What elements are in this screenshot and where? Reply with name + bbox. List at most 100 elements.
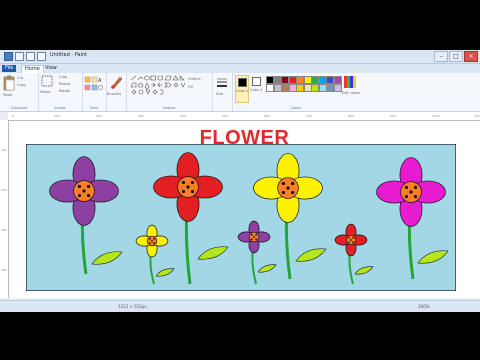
seed-dot (181, 189, 186, 194)
seed-dot (153, 238, 155, 240)
canvas-area[interactable]: FLOWER (9, 121, 480, 298)
title-bar: Untitled - Paint – □ × (0, 50, 480, 64)
seed-dot (186, 185, 190, 189)
color-2-label: Color 2 (250, 88, 263, 92)
paint-app-icon[interactable] (4, 52, 13, 61)
drawing-canvas[interactable]: FLOWER (9, 121, 480, 298)
rotate-button[interactable]: Rotate (59, 89, 70, 93)
size-button[interactable]: Size (216, 92, 223, 96)
seed-dot (253, 236, 255, 238)
paste-button[interactable]: Paste (3, 93, 12, 97)
seed-dot (255, 238, 257, 240)
horizontal-ruler: 0 100 200 300 400 500 600 700 800 900 1000 1100 (8, 112, 480, 121)
palette-swatch[interactable] (333, 84, 342, 92)
paste-icon[interactable] (3, 75, 15, 91)
select-icon[interactable] (41, 75, 53, 87)
redo-icon[interactable] (37, 52, 46, 61)
seed-dot (350, 239, 352, 241)
brushes-group: Brushes (106, 73, 127, 111)
ruler-tick-label: 700 (306, 114, 312, 118)
close-button[interactable]: × (464, 51, 478, 62)
ruler-tick-label: 800 (348, 114, 354, 118)
cut-button[interactable]: Cut (17, 76, 23, 80)
ribbon: Paste Cut Copy Clipboard Select Crop Res… (0, 73, 480, 112)
image-group-label: Image (54, 106, 66, 110)
outline-dropdown[interactable]: Outline (188, 77, 201, 81)
window-controls: – □ × (434, 51, 478, 62)
colors-group: Color 1 Color 2 Edit colors Colors (232, 73, 360, 111)
seed-dot (82, 189, 86, 193)
shapes-group-label: Shapes (162, 106, 176, 110)
seed-dot (86, 184, 91, 189)
seed-dot (149, 238, 151, 240)
tab-file[interactable]: File (2, 65, 17, 72)
seed-dot (352, 241, 354, 243)
ruler-tick-label: 200 (96, 114, 102, 118)
ruler-tick-label: 300 (138, 114, 144, 118)
shapes-group: Outline Fill Shapes (126, 73, 213, 111)
seed-dot (151, 240, 153, 242)
ruler-tick-label: 0 (12, 114, 14, 118)
paint-window: Untitled - Paint – □ × File Home View Pa… (0, 50, 480, 312)
tools-group: A Tools (82, 73, 107, 111)
color-2-selector[interactable]: Color 2 (250, 75, 262, 101)
color-1-selector[interactable]: Color 1 (235, 75, 249, 103)
brushes-button[interactable]: Brushes (107, 92, 121, 96)
copy-button[interactable]: Copy (17, 83, 26, 87)
seed-dot (290, 181, 295, 186)
seed-dot (153, 242, 155, 244)
seed-dot (181, 180, 186, 185)
seed-dot (286, 186, 290, 190)
ruler-tick-label: 400 (180, 114, 186, 118)
resize-button[interactable]: Resize (59, 82, 70, 86)
tools-group-label: Tools (89, 106, 99, 110)
edit-colors-button[interactable]: Edit colors (342, 91, 360, 95)
seed-dot (77, 184, 82, 189)
tab-home[interactable]: Home (21, 65, 44, 73)
maximize-button[interactable]: □ (449, 51, 463, 62)
quick-access-toolbar (4, 52, 46, 61)
status-bar: 1213 × 552px 100% (0, 300, 480, 312)
seed-dot (413, 185, 418, 190)
canvas-size-readout: 1213 × 552px (118, 304, 147, 309)
palette-swatch[interactable] (333, 76, 342, 84)
seed-dot (404, 185, 409, 190)
crop-button[interactable]: Crop (59, 75, 67, 79)
ruler-tick-label: 200 (1, 188, 7, 192)
tab-view[interactable]: View (42, 65, 60, 72)
ruler-tick-label: 300 (1, 228, 7, 232)
fill-dropdown[interactable]: Fill (188, 85, 193, 89)
seed-dot (290, 190, 295, 195)
ruler-tick-label: 1100 (474, 114, 480, 118)
clipboard-group-label: Clipboard (10, 106, 28, 110)
shapes-gallery[interactable] (130, 75, 186, 99)
ribbon-tabs: File Home View (0, 64, 480, 73)
seed-dot (413, 194, 418, 199)
seed-dot (348, 241, 350, 243)
color-1-label: Color 1 (236, 89, 249, 93)
minimize-button[interactable]: – (434, 51, 448, 62)
brushes-icon[interactable] (110, 75, 123, 89)
undo-icon[interactable] (26, 52, 35, 61)
colors-group-label: Colors (290, 106, 302, 110)
svg-text:A: A (98, 78, 102, 84)
seed-dot (149, 242, 151, 244)
seed-dot (86, 193, 91, 198)
tools-icons[interactable]: A (84, 76, 104, 92)
ruler-tick-label: 100 (1, 148, 7, 152)
clipboard-group: Paste Cut Copy Clipboard (0, 73, 39, 111)
seed-dot (190, 180, 195, 185)
window-title: Untitled - Paint (50, 52, 88, 58)
seed-dot (251, 234, 253, 236)
color-2-swatch (252, 77, 261, 86)
flower-scene (26, 144, 456, 291)
image-group: Select Crop Resize Rotate Image (38, 73, 83, 111)
select-button[interactable]: Select (40, 90, 51, 94)
edit-colors-icon[interactable] (344, 76, 356, 88)
ruler-tick-label: 1000 (432, 114, 440, 118)
ruler-tick-label: 100 (54, 114, 60, 118)
save-icon[interactable] (15, 52, 24, 61)
ruler-tick-label: 900 (390, 114, 396, 118)
seed-dot (352, 237, 354, 239)
size-icon[interactable] (216, 77, 228, 89)
